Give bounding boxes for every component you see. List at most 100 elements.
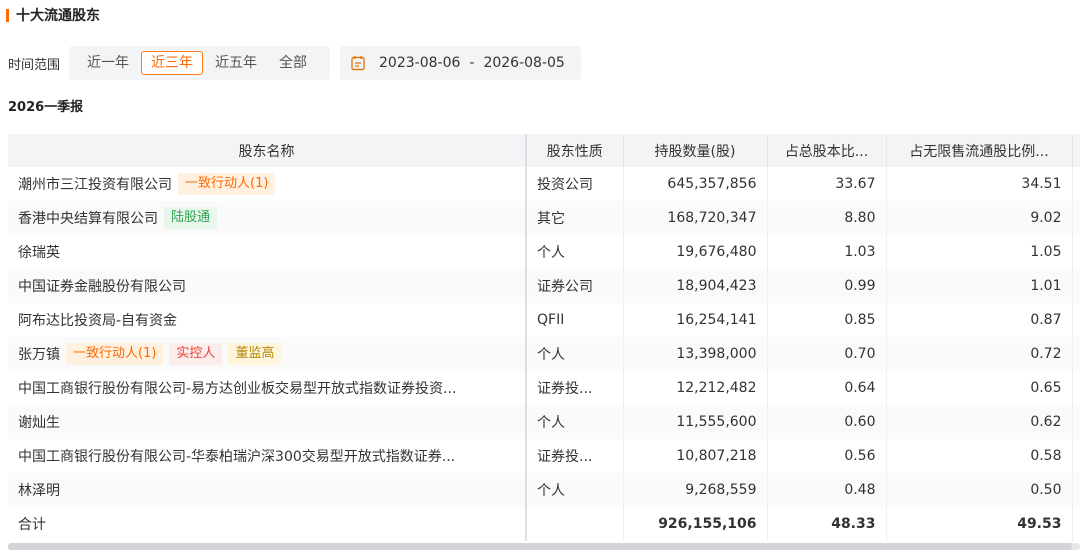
title-accent-bar [6,8,9,22]
header-pct-float[interactable]: 占无限售流通股比例... [886,134,1073,167]
cell-shares: 645,357,856 [623,167,768,201]
shareholder-name: 林泽明 [18,483,60,499]
total-label: 合计 [8,507,527,541]
table-row[interactable]: 中国证券金融股份有限公司 证券公司 18,904,423 0.99 1.01 [8,269,1080,303]
scrollbar-thumb[interactable] [8,543,1072,550]
shareholder-name: 中国工商银行股份有限公司-易方达创业板交易型开放式指数证券投资... [18,381,457,397]
total-shares: 926,155,106 [623,507,768,541]
cell-pct-total: 0.99 [767,269,887,303]
header-shareholder-name[interactable]: 股东名称 [8,134,527,167]
cell-shareholder-name: 林泽明 [8,473,527,507]
cell-pct-float: 0.62 [886,405,1073,439]
shareholder-name: 中国工商银行股份有限公司-华泰柏瑞沪深300交易型开放式指数证券... [18,449,456,465]
header-spacer [1072,134,1080,167]
cell-shareholder-type: 其它 [526,201,624,235]
shareholder-name: 张万镇 [18,347,60,363]
total-type-empty [526,507,624,541]
horizontal-scrollbar[interactable] [8,543,1080,550]
cell-spacer [1072,371,1080,405]
date-range-picker[interactable]: 2023-08-06 - 2026-08-05 [340,46,581,80]
table-row[interactable]: 林泽明 个人 9,268,559 0.48 0.50 [8,473,1080,507]
table-row[interactable]: 谢灿生 个人 11,555,600 0.60 0.62 [8,405,1080,439]
table-row[interactable]: 阿布达比投资局-自有资金 QFII 16,254,141 0.85 0.87 [8,303,1080,337]
date-start: 2023-08-06 [379,55,461,71]
cell-pct-total: 0.48 [767,473,887,507]
range-3y-button[interactable]: 近三年 [141,51,204,75]
table-header-row: 股东名称 股东性质 持股数量(股) 占总股本比... 占无限售流通股比例... [8,134,1080,167]
cell-shares: 16,254,141 [623,303,768,337]
total-pct-total: 48.33 [767,507,887,541]
cell-spacer [1072,473,1080,507]
table-row[interactable]: 中国工商银行股份有限公司-易方达创业板交易型开放式指数证券投资... 证券投...… [8,371,1080,405]
date-end: 2026-08-05 [483,55,565,71]
table-row[interactable]: 香港中央结算有限公司 陆股通 其它 168,720,347 8.80 9.02 [8,201,1080,235]
cell-pct-total: 0.56 [767,439,887,473]
shareholder-name: 谢灿生 [18,415,60,431]
cell-spacer [1072,439,1080,473]
range-all-button[interactable]: 全部 [269,51,317,75]
total-spacer [1072,507,1080,541]
shareholder-tag: 董监高 [228,343,282,365]
cell-shareholder-type: 个人 [526,473,624,507]
cell-shares: 10,807,218 [623,439,768,473]
cell-shareholder-name: 中国工商银行股份有限公司-易方达创业板交易型开放式指数证券投资... [8,371,527,405]
shareholder-tag: 实控人 [169,343,223,365]
table-total-row: 合计 926,155,106 48.33 49.53 [8,507,1080,541]
cell-spacer [1072,201,1080,235]
cell-shares: 18,904,423 [623,269,768,303]
cell-shareholder-name: 张万镇 一致行动人(1) 实控人 董监高 [8,337,527,371]
shareholder-name: 中国证券金融股份有限公司 [18,279,186,295]
table-row[interactable]: 中国工商银行股份有限公司-华泰柏瑞沪深300交易型开放式指数证券... 证券投..… [8,439,1080,473]
cell-shareholder-type: 证券公司 [526,269,624,303]
section-header: 十大流通股东 [6,4,100,26]
header-shares[interactable]: 持股数量(股) [623,134,768,167]
cell-spacer [1072,235,1080,269]
shareholders-table-container: 股东名称 股东性质 持股数量(股) 占总股本比... 占无限售流通股比例... … [8,134,1080,541]
shareholder-name: 潮州市三江投资有限公司 [18,177,172,193]
range-5y-button[interactable]: 近五年 [205,51,267,75]
table-row[interactable]: 潮州市三江投资有限公司 一致行动人(1) 投资公司 645,357,856 33.67 3… [8,167,1080,201]
table-row[interactable]: 徐瑞英 个人 19,676,480 1.03 1.05 [8,235,1080,269]
cell-spacer [1072,303,1080,337]
cell-spacer [1072,167,1080,201]
cell-shareholder-type: 证券投... [526,371,624,405]
shareholder-name: 徐瑞英 [18,245,60,261]
cell-spacer [1072,337,1080,371]
cell-pct-total: 0.70 [767,337,887,371]
header-pct-total[interactable]: 占总股本比... [767,134,887,167]
table-row[interactable]: 张万镇 一致行动人(1) 实控人 董监高 个人 13,398,000 0.70 0.72 [8,337,1080,371]
shareholders-table: 股东名称 股东性质 持股数量(股) 占总股本比... 占无限售流通股比例... … [8,134,1080,541]
cell-shares: 19,676,480 [623,235,768,269]
cell-shareholder-type: 个人 [526,337,624,371]
cell-shareholder-type: 投资公司 [526,167,624,201]
cell-shareholder-name: 阿布达比投资局-自有资金 [8,303,527,337]
shareholder-tag: 陆股通 [164,207,218,229]
cell-shareholder-name: 徐瑞英 [8,235,527,269]
time-range-filter: 时间范围 近一年 近三年 近五年 全部 2023-08-06 - 2026-08… [8,46,581,80]
cell-pct-total: 0.60 [767,405,887,439]
cell-pct-total: 1.03 [767,235,887,269]
cell-shareholder-name: 谢灿生 [8,405,527,439]
report-period: 2026一季报 [8,100,84,115]
date-separator: - [469,55,475,71]
section-title: 十大流通股东 [16,8,100,24]
cell-pct-float: 1.05 [886,235,1073,269]
shareholder-tag: 一致行动人(1) [178,173,276,195]
header-shareholder-type[interactable]: 股东性质 [526,134,624,167]
cell-pct-float: 0.50 [886,473,1073,507]
cell-pct-float: 34.51 [886,167,1073,201]
cell-shares: 9,268,559 [623,473,768,507]
cell-pct-total: 0.64 [767,371,887,405]
time-range-label: 时间范围 [8,57,61,73]
cell-shares: 13,398,000 [623,337,768,371]
cell-shareholder-name: 中国证券金融股份有限公司 [8,269,527,303]
range-1y-button[interactable]: 近一年 [77,51,139,75]
total-pct-float: 49.53 [886,507,1073,541]
shareholder-name: 阿布达比投资局-自有资金 [18,313,178,329]
time-range-options: 近一年 近三年 近五年 全部 [69,46,331,80]
cell-shares: 12,212,482 [623,371,768,405]
cell-pct-float: 0.65 [886,371,1073,405]
calendar-icon [351,55,365,71]
cell-pct-total: 0.85 [767,303,887,337]
cell-pct-float: 9.02 [886,201,1073,235]
